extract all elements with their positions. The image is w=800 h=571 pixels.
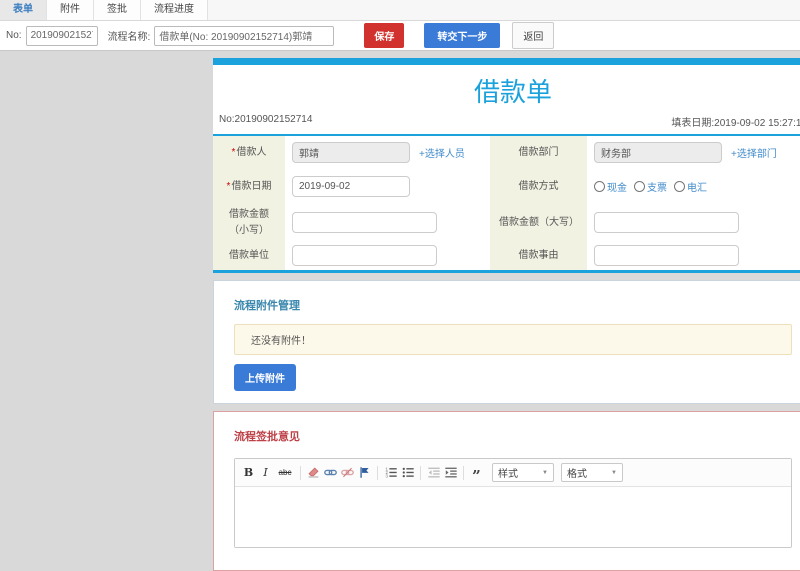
format-dropdown[interactable]: 格式 ▼	[561, 463, 623, 482]
borrower-label: *借款人	[213, 136, 285, 169]
loan-form-card: 借款单 No:20190902152714 填表日期:2019-09-02 15…	[213, 65, 800, 273]
form-date-text: 填表日期:2019-09-02 15:27:14	[671, 118, 800, 129]
amount-lowercase-label: 借款金额（小写）	[213, 204, 285, 241]
no-label: No:	[6, 30, 22, 41]
toolbar-separator	[463, 465, 464, 480]
tab-form[interactable]: 表单	[0, 0, 47, 20]
tab-process-progress[interactable]: 流程进度	[141, 0, 208, 20]
flow-name-label: 流程名称:	[107, 32, 151, 43]
back-button[interactable]: 返回	[512, 22, 555, 49]
no-attachments-alert: 还没有附件！	[234, 324, 792, 355]
borrow-unit-label: 借款单位	[213, 241, 285, 270]
borrow-unit-field	[285, 241, 490, 270]
bulleted-list-icon[interactable]	[399, 464, 416, 481]
panel-top-accent-bar	[213, 58, 800, 65]
no-input[interactable]	[25, 25, 98, 46]
amount-uppercase-field	[587, 204, 800, 241]
svg-text:3: 3	[385, 474, 388, 479]
borrow-department-input[interactable]	[594, 142, 722, 163]
tab-attachments[interactable]: 附件	[47, 0, 94, 20]
borrow-date-label: *借款日期	[213, 169, 285, 204]
borrow-reason-label: 借款事由	[490, 241, 587, 270]
required-asterisk: *	[231, 146, 236, 158]
form-no-text: No:20190902152714	[219, 114, 313, 125]
select-person-link[interactable]: +选择人员	[419, 145, 465, 160]
check-radio[interactable]	[634, 181, 645, 192]
tab-approval[interactable]: 签批	[94, 0, 141, 20]
borrow-date-input[interactable]	[292, 176, 410, 197]
radio-wire[interactable]: 电汇	[674, 179, 707, 194]
form-meta-row: No:20190902152714 填表日期:2019-09-02 15:27:…	[213, 112, 800, 136]
indent-icon[interactable]	[442, 464, 459, 481]
cash-radio[interactable]	[594, 181, 605, 192]
flow-name-input[interactable]	[154, 25, 335, 46]
borrower-field: +选择人员	[285, 136, 490, 169]
upload-attachment-button[interactable]: 上传附件	[234, 364, 296, 391]
wire-radio[interactable]	[674, 181, 685, 192]
italic-icon[interactable]: I	[257, 464, 274, 481]
unlink-icon[interactable]	[339, 464, 356, 481]
command-bar: No: 流程名称: 保存 转交下一步 返回	[0, 21, 800, 51]
form-grid: *借款人 +选择人员 借款部门 +选择部门 *借款日期 借款方式	[213, 136, 800, 270]
radio-check[interactable]: 支票	[634, 179, 667, 194]
styles-dropdown[interactable]: 样式 ▼	[492, 463, 554, 482]
amount-uppercase-label: 借款金额（大写）	[490, 204, 587, 241]
toolbar-separator	[377, 465, 378, 480]
toolbar-separator	[420, 465, 421, 480]
borrow-department-field: +选择部门	[587, 136, 800, 169]
rich-text-editor: B I abc 123 ” 样式 ▼ 格式 ▼	[234, 458, 792, 548]
attachments-section: 流程附件管理 还没有附件！ 上传附件	[213, 280, 800, 404]
toolbar-separator	[300, 465, 301, 480]
form-title: 借款单	[473, 77, 552, 107]
borrower-input[interactable]	[292, 142, 410, 163]
forward-next-step-button[interactable]: 转交下一步	[424, 23, 501, 48]
chevron-down-icon: ▼	[611, 469, 617, 476]
loan-form-panel: 借款单 No:20190902152714 填表日期:2019-09-02 15…	[213, 58, 800, 571]
amount-lowercase-field	[285, 204, 490, 241]
borrow-unit-input[interactable]	[292, 245, 437, 266]
borrow-reason-field	[587, 241, 800, 270]
editor-toolbar: B I abc 123 ” 样式 ▼ 格式 ▼	[235, 459, 791, 487]
borrow-department-label: 借款部门	[490, 136, 587, 169]
amount-uppercase-input[interactable]	[594, 212, 739, 233]
approval-heading: 流程签批意见	[234, 431, 300, 443]
borrow-reason-input[interactable]	[594, 245, 739, 266]
anchor-flag-icon[interactable]	[356, 464, 373, 481]
borrow-date-field	[285, 169, 490, 204]
approval-opinion-section: 流程签批意见 B I abc 1 2 3 ” 样式 ▼ 格式 ▼	[213, 411, 800, 571]
save-button[interactable]: 保存	[364, 23, 405, 48]
chevron-down-icon: ▼	[542, 469, 548, 476]
required-asterisk: *	[226, 180, 231, 192]
select-department-link[interactable]: +选择部门	[731, 145, 777, 160]
numbered-list-icon[interactable]: 123	[382, 464, 399, 481]
amount-lowercase-input[interactable]	[292, 212, 437, 233]
link-icon[interactable]	[322, 464, 339, 481]
outdent-icon[interactable]	[425, 464, 442, 481]
radio-cash[interactable]: 现金	[594, 179, 627, 194]
blockquote-icon[interactable]: ”	[468, 464, 485, 483]
borrow-method-field: 现金 支票 电汇	[587, 169, 800, 204]
borrow-method-label: 借款方式	[490, 169, 587, 204]
editor-content-area[interactable]	[235, 487, 791, 547]
attachments-heading: 流程附件管理	[234, 300, 300, 312]
borrow-method-radio-group: 现金 支票 电汇	[594, 179, 707, 194]
remove-format-icon[interactable]	[305, 464, 322, 481]
top-tab-bar: 表单 附件 签批 流程进度	[0, 0, 800, 21]
bold-icon[interactable]: B	[240, 464, 257, 481]
strikethrough-icon[interactable]: abc	[274, 464, 296, 481]
